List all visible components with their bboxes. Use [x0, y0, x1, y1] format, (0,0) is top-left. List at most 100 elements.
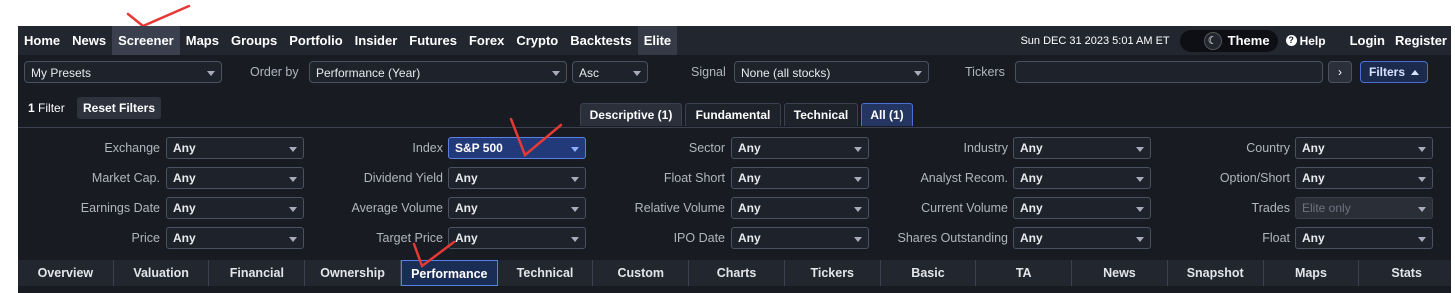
nav-item-home[interactable]: Home: [18, 26, 66, 55]
chevron-down-icon: [1136, 237, 1144, 242]
filter-grid: Exchange Any Index S&P 500 Sector Any Industry…: [18, 127, 1455, 260]
filter-select-index[interactable]: S&P 500: [448, 137, 586, 159]
tickers-go-button[interactable]: ›: [1328, 61, 1352, 83]
signal-select[interactable]: None (all stocks): [734, 61, 929, 83]
nav-item-backtests[interactable]: Backtests: [564, 26, 637, 55]
filter-select-analyst-recom[interactable]: Any: [1013, 167, 1151, 189]
filter-select-relative-volume[interactable]: Any: [731, 197, 869, 219]
view-tab-custom[interactable]: Custom: [593, 260, 690, 286]
chevron-down-icon: [571, 237, 579, 242]
filter-select-option-short[interactable]: Any: [1295, 167, 1433, 189]
filter-label-current-volume: Current Volume: [921, 201, 1008, 215]
order-direction-value: Asc: [579, 66, 600, 80]
view-tab-news[interactable]: News: [1072, 260, 1168, 286]
filter-value: S&P 500: [455, 141, 503, 155]
tab-fundamental[interactable]: Fundamental: [685, 103, 781, 126]
login-link[interactable]: Login: [1350, 33, 1385, 48]
nav-item-news[interactable]: News: [66, 26, 112, 55]
nav-item-crypto[interactable]: Crypto: [510, 26, 564, 55]
filter-select-country[interactable]: Any: [1295, 137, 1433, 159]
filter-select-ipo-date[interactable]: Any: [731, 227, 869, 249]
chevron-down-icon: [571, 207, 579, 212]
chevron-down-icon: [914, 71, 922, 76]
reset-filters-button[interactable]: Reset Filters: [77, 97, 162, 119]
view-tab-ownership[interactable]: Ownership: [305, 260, 401, 286]
filter-select-shares-outstanding[interactable]: Any: [1013, 227, 1151, 249]
nav-item-elite[interactable]: Elite: [637, 26, 678, 55]
filters-toggle-button[interactable]: Filters: [1360, 61, 1429, 83]
filter-value: Any: [455, 171, 478, 185]
filter-value: Any: [1302, 141, 1325, 155]
filter-select-dividend-yield[interactable]: Any: [448, 167, 586, 189]
filter-value: Any: [455, 201, 478, 215]
filter-label-index: Index: [412, 141, 443, 155]
chevron-down-icon: [854, 237, 862, 242]
filter-select-trades: Elite only: [1295, 197, 1433, 219]
filter-select-industry[interactable]: Any: [1013, 137, 1151, 159]
filter-select-sector[interactable]: Any: [731, 137, 869, 159]
filter-value: Any: [1302, 171, 1325, 185]
tab-technical[interactable]: Technical: [784, 103, 858, 126]
help-link[interactable]: ? Help: [1285, 34, 1326, 48]
filter-select-float[interactable]: Any: [1295, 227, 1433, 249]
nav-item-forex[interactable]: Forex: [463, 26, 510, 55]
chevron-down-icon: [571, 147, 579, 152]
filter-select-average-volume[interactable]: Any: [448, 197, 586, 219]
chevron-down-icon: [1418, 177, 1426, 182]
filter-label-market-cap: Market Cap.: [91, 171, 160, 185]
filter-value: Any: [738, 171, 761, 185]
filters-button-label: Filters: [1369, 65, 1406, 79]
filter-select-exchange[interactable]: Any: [166, 137, 304, 159]
filter-label-earnings-date: Earnings Date: [80, 201, 160, 215]
filter-label-target-price: Target Price: [376, 231, 443, 245]
filter-value: Any: [1020, 171, 1043, 185]
chevron-down-icon: [854, 147, 862, 152]
filter-select-current-volume[interactable]: Any: [1013, 197, 1151, 219]
view-tab-charts[interactable]: Charts: [689, 260, 785, 286]
register-link[interactable]: Register: [1395, 33, 1447, 48]
theme-toggle[interactable]: ☾ Theme: [1179, 29, 1278, 52]
filter-label-exchange: Exchange: [104, 141, 160, 155]
chevron-down-icon: [289, 237, 297, 242]
tab-descriptive[interactable]: Descriptive (1): [580, 103, 682, 126]
view-tab-ta[interactable]: TA: [976, 260, 1073, 286]
filter-select-target-price[interactable]: Any: [448, 227, 586, 249]
filter-count-label: Filter: [38, 101, 65, 115]
order-by-label: Order by: [250, 65, 299, 79]
filter-select-float-short[interactable]: Any: [731, 167, 869, 189]
nav-item-insider[interactable]: Insider: [349, 26, 404, 55]
filter-select-price[interactable]: Any: [166, 227, 304, 249]
view-tab-snapshot[interactable]: Snapshot: [1168, 260, 1264, 286]
view-tab-stats[interactable]: Stats: [1359, 260, 1455, 286]
presets-select[interactable]: My Presets: [24, 61, 222, 83]
nav-item-portfolio[interactable]: Portfolio: [283, 26, 348, 55]
filter-label-relative-volume: Relative Volume: [634, 201, 725, 215]
order-direction-select[interactable]: Asc: [572, 61, 648, 83]
chevron-down-icon: [854, 177, 862, 182]
filter-value: Any: [173, 141, 196, 155]
view-tab-financial[interactable]: Financial: [209, 260, 306, 286]
filter-select-earnings-date[interactable]: Any: [166, 197, 304, 219]
chevron-down-icon: [289, 147, 297, 152]
nav-item-futures[interactable]: Futures: [403, 26, 463, 55]
chevron-down-icon: [1136, 207, 1144, 212]
filter-count-number: 1: [28, 101, 35, 115]
view-tab-basic[interactable]: Basic: [881, 260, 977, 286]
chevron-down-icon: [552, 71, 560, 76]
view-tab-technical[interactable]: Technical: [498, 260, 594, 286]
tickers-input[interactable]: [1015, 61, 1323, 83]
nav-item-groups[interactable]: Groups: [225, 26, 283, 55]
chevron-down-icon: [633, 71, 641, 76]
tab-all[interactable]: All (1): [861, 103, 913, 126]
nav-item-maps[interactable]: Maps: [180, 26, 225, 55]
view-tab-maps[interactable]: Maps: [1264, 260, 1360, 286]
signal-label: Signal: [691, 65, 726, 79]
filter-select-market-cap[interactable]: Any: [166, 167, 304, 189]
view-tab-tickers[interactable]: Tickers: [785, 260, 881, 286]
view-tab-overview[interactable]: Overview: [18, 260, 114, 286]
view-tab-performance[interactable]: Performance: [400, 260, 498, 286]
order-by-select[interactable]: Performance (Year): [309, 61, 567, 83]
chevron-down-icon: [1418, 207, 1426, 212]
nav-item-screener[interactable]: Screener: [112, 26, 180, 55]
view-tab-valuation[interactable]: Valuation: [114, 260, 210, 286]
